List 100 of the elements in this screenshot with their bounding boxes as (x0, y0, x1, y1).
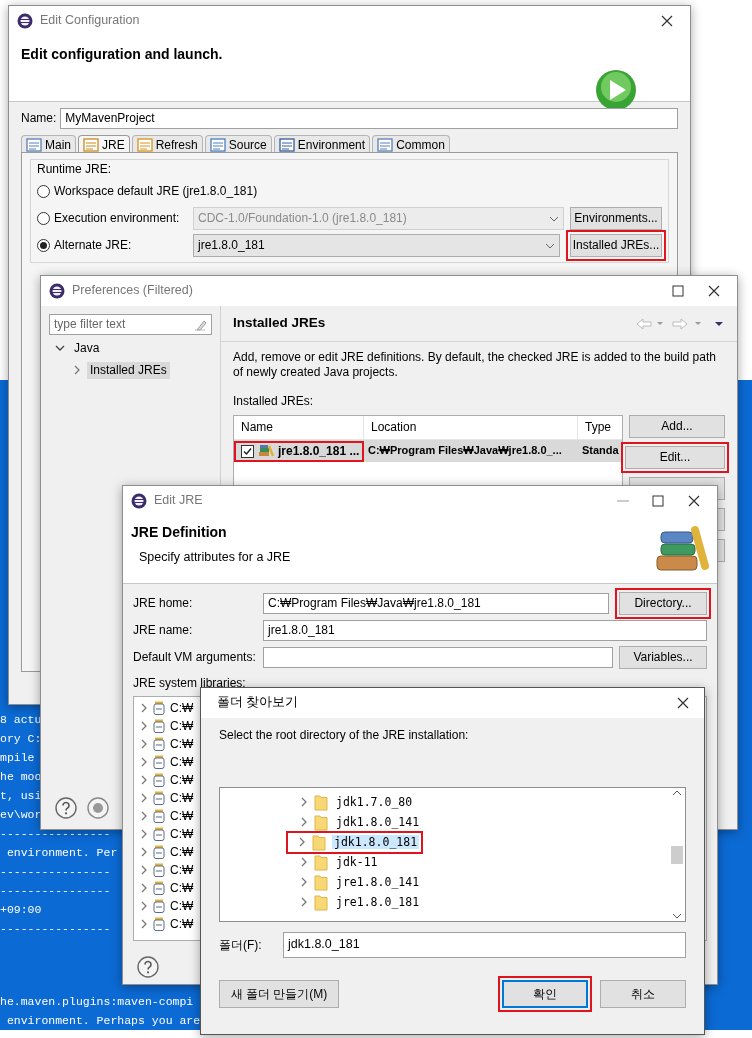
dialog-button[interactable]: 취소 (600, 980, 686, 1008)
console-line: environment. Per (5, 845, 118, 861)
radio-button[interactable]: Workspace default JRE (jre1.8.0_181) (37, 184, 258, 199)
tree-item[interactable]: C:₩ (170, 844, 194, 860)
field-label: 폴더(F): (219, 937, 263, 953)
window-title: 폴더 찾아보기 (217, 695, 300, 711)
dialog-button[interactable]: Environments... (570, 207, 662, 230)
dialog-button[interactable]: 확인 (502, 980, 588, 1008)
prompt-text: Select the root directory of the JRE installation: (219, 728, 470, 743)
app-icon (17, 13, 33, 29)
folder-item[interactable]: jdk1.7.0_80 (334, 794, 415, 810)
column-header[interactable]: Name (234, 416, 364, 439)
radio-button[interactable]: Alternate JRE: (37, 238, 187, 253)
tree-item[interactable]: C:₩ (170, 880, 194, 896)
dialog-button[interactable]: Installed JREs... (570, 234, 662, 257)
tree-item[interactable]: C:₩ (170, 862, 194, 878)
scroll-thumb[interactable] (671, 845, 683, 864)
checkbox[interactable] (241, 444, 254, 458)
field-label: Name: (21, 111, 57, 126)
window-title: Preferences (Filtered) (72, 283, 194, 299)
jar-icon (153, 845, 165, 859)
console-line: he moo (0, 769, 42, 785)
table-cell-text: C:₩Program Files₩Java₩jre1.8.0_... (367, 444, 563, 458)
tree-item[interactable]: C:₩ (170, 808, 194, 824)
jar-icon (153, 863, 165, 877)
jar-icon (153, 827, 165, 841)
list-label: JRE system libraries: (133, 676, 247, 691)
dialog-subheading: Specify attributes for a JRE (138, 549, 291, 566)
tree-item[interactable]: Java (71, 339, 103, 357)
tree-item[interactable]: C:₩ (170, 772, 194, 788)
radio-button[interactable]: Execution environment: (37, 211, 187, 226)
dialog-button[interactable]: Add... (629, 415, 725, 438)
dropdown[interactable]: jre1.8.0_181 (193, 234, 560, 257)
close-icon[interactable] (676, 696, 690, 710)
jar-icon (153, 809, 165, 823)
folder-icon (314, 813, 328, 831)
tree-item[interactable]: C:₩ (170, 790, 194, 806)
dialog-button[interactable]: Variables... (619, 646, 707, 669)
folder-item[interactable]: jdk1.8.0_181 (332, 834, 420, 850)
folder-icon (314, 793, 328, 811)
dialog-button[interactable]: Edit... (625, 446, 725, 469)
console-line: 8 actu (0, 712, 42, 728)
tree-item[interactable]: C:₩ (170, 826, 194, 842)
scroll-down-icon[interactable] (672, 913, 682, 919)
folder-item[interactable]: jdk-11 (334, 854, 380, 870)
dialog-button[interactable]: Directory... (619, 592, 707, 615)
caret-icon (545, 242, 555, 249)
filter-field[interactable]: type filter text (49, 314, 212, 335)
maximize-icon[interactable] (652, 495, 664, 507)
console-line: +09:00 (0, 902, 42, 918)
folder-item[interactable]: jre1.8.0_181 (334, 894, 422, 910)
help-icon[interactable] (55, 797, 77, 819)
jar-icon (153, 755, 165, 769)
folder-item[interactable]: jdk1.8.0_141 (334, 814, 422, 830)
input-field[interactable]: C:₩Program Files₩Java₩jre1.8.0_181 (263, 593, 609, 614)
books-icon (258, 444, 274, 458)
jar-icon (153, 737, 165, 751)
app-icon (131, 493, 147, 509)
column-header[interactable]: Type (578, 416, 622, 439)
tree-item[interactable]: C:₩ (170, 898, 194, 914)
tree-item[interactable]: C:₩ (170, 700, 194, 716)
column-header[interactable]: Location (364, 416, 578, 439)
folder-item[interactable]: jre1.8.0_141 (334, 874, 422, 890)
group-label: Runtime JRE: (37, 162, 113, 177)
tree-item[interactable]: Installed JREs (87, 361, 170, 379)
table-cell: jre1.8.0_181 ... (278, 443, 360, 459)
jar-icon (153, 791, 165, 805)
navigation-arrows-drawing[interactable] (635, 316, 725, 331)
tree-item[interactable]: C:₩ (170, 916, 194, 932)
input-field[interactable]: jre1.8.0_181 (263, 620, 707, 641)
jar-icon (153, 773, 165, 787)
console-line: t, usi (0, 788, 42, 804)
tree-item[interactable]: C:₩ (170, 718, 194, 734)
window-title: Edit JRE (154, 493, 204, 509)
close-icon[interactable] (660, 14, 674, 28)
close-icon[interactable] (687, 494, 701, 508)
close-icon[interactable] (707, 284, 721, 298)
folder-icon (314, 893, 328, 911)
name-field[interactable]: MyMavenProject (60, 108, 678, 129)
console-line: ---------------- (0, 864, 111, 880)
jar-icon (153, 719, 165, 733)
tree-item[interactable]: C:₩ (170, 754, 194, 770)
eraser-icon[interactable] (193, 318, 207, 331)
console-line: ev\wor (0, 807, 42, 823)
app-icon (49, 283, 65, 299)
dialog-heading: Edit configuration and launch. (21, 46, 223, 64)
record-icon[interactable] (87, 797, 109, 819)
scroll-up-icon[interactable] (672, 790, 682, 796)
books-icon (653, 524, 709, 572)
input-field[interactable] (263, 647, 613, 668)
dialog-button[interactable]: 새 폴더 만들기(M) (219, 980, 339, 1008)
expand-icon[interactable] (73, 365, 81, 375)
help-icon[interactable] (137, 956, 159, 978)
jar-icon (153, 917, 165, 931)
collapse-icon[interactable] (55, 344, 65, 352)
dialog-heading: JRE Definition (131, 524, 228, 542)
tree-item[interactable]: C:₩ (170, 736, 194, 752)
maximize-icon[interactable] (672, 285, 684, 297)
scrollbar[interactable] (669, 788, 685, 921)
folder-name-field[interactable]: jdk1.8.0_181 (283, 932, 686, 958)
